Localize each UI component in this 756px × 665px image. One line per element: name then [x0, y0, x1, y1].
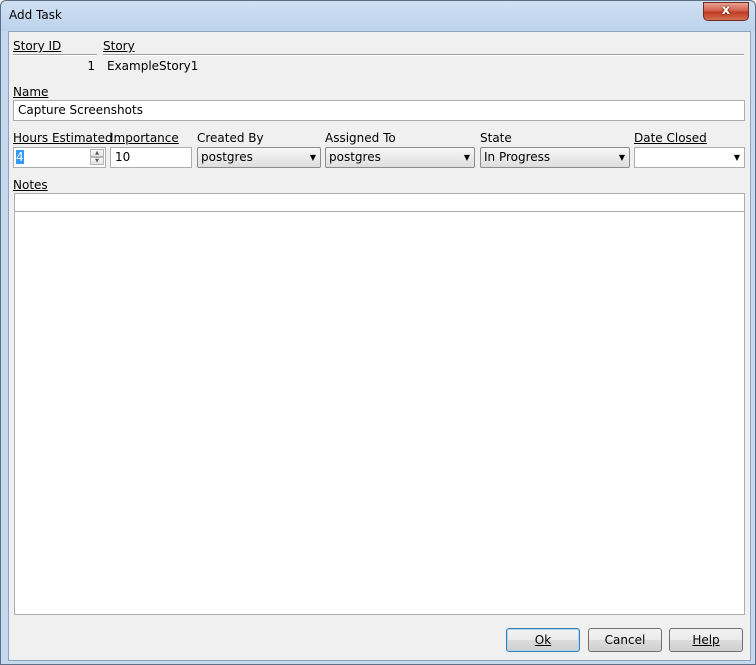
notes-toolbar — [15, 194, 744, 212]
date-closed-picker[interactable]: ▼ — [634, 147, 745, 168]
close-button[interactable]: x — [703, 2, 749, 21]
dialog-window: Add Task x Story ID Story 1 ExampleStory… — [0, 0, 756, 665]
close-icon: x — [721, 3, 731, 18]
dropdown-arrow-icon: ▼ — [309, 153, 316, 162]
dropdown-arrow-icon: ▼ — [618, 153, 625, 162]
story-id-label: Story ID — [13, 39, 62, 53]
state-value: In Progress — [484, 150, 551, 164]
assigned-to-label: Assigned To — [325, 131, 396, 145]
dropdown-arrow-icon: ▼ — [733, 153, 740, 162]
hours-estimated-label: Hours Estimated — [13, 131, 113, 145]
story-value: ExampleStory1 — [107, 59, 199, 73]
ok-button[interactable]: Ok — [506, 628, 580, 652]
help-button[interactable]: Help — [669, 628, 743, 652]
title-bar[interactable]: Add Task x — [1, 1, 755, 31]
dropdown-arrow-icon: ▼ — [463, 153, 470, 162]
created-by-label: Created By — [197, 131, 264, 145]
assigned-to-select[interactable]: postgres ▼ — [325, 147, 475, 168]
assigned-to-value: postgres — [329, 150, 381, 164]
created-by-value: postgres — [201, 150, 253, 164]
spin-up-icon[interactable]: ▲ — [90, 149, 104, 157]
name-label: Name — [13, 85, 49, 99]
window-title: Add Task — [9, 8, 62, 22]
date-closed-value — [635, 150, 639, 164]
state-select[interactable]: In Progress ▼ — [480, 147, 630, 168]
cancel-button[interactable]: Cancel — [588, 628, 662, 652]
notes-label: Notes — [13, 178, 48, 192]
dialog-client-area: Story ID Story 1 ExampleStory1 Name Capt… — [8, 31, 751, 661]
notes-editor[interactable] — [14, 193, 745, 615]
spin-buttons[interactable]: ▲ ▼ — [90, 149, 104, 166]
story-label: Story — [103, 39, 135, 53]
spin-down-icon[interactable]: ▼ — [90, 157, 104, 165]
name-input[interactable]: Capture Screenshots — [13, 100, 745, 121]
importance-label: Importance — [110, 131, 179, 145]
importance-input[interactable]: 10 — [110, 147, 192, 168]
date-closed-label: Date Closed — [634, 131, 707, 145]
created-by-select[interactable]: postgres ▼ — [197, 147, 321, 168]
story-id-value: 1 — [87, 59, 95, 73]
state-label: State — [480, 131, 512, 145]
hours-estimated-value: 4 — [16, 150, 24, 164]
hours-estimated-spinner[interactable]: 4 ▲ ▼ — [13, 147, 106, 168]
